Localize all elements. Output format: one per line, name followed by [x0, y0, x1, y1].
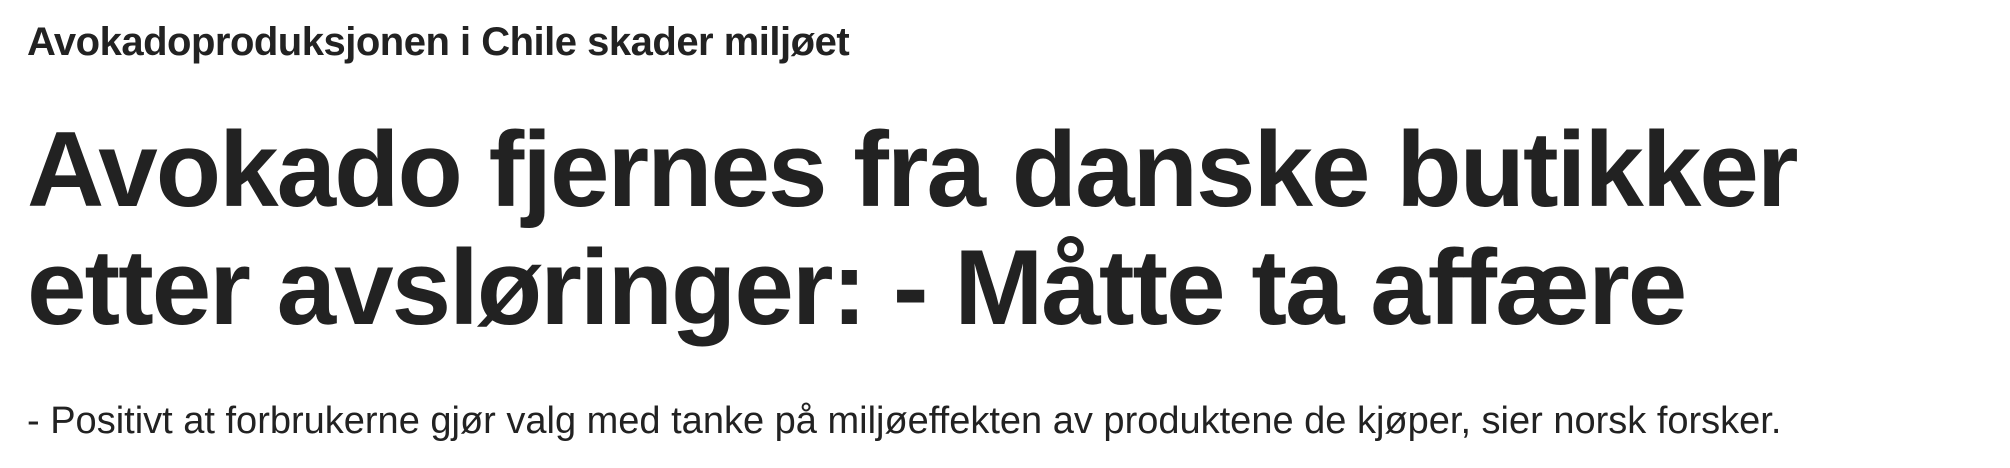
article-kicker: Avokadoproduksjonen i Chile skader miljø… — [27, 20, 850, 64]
article-lead: - Positivt at forbrukerne gjør valg med … — [27, 400, 1782, 442]
article-headline[interactable]: Avokado fjernes fra danske butikker ette… — [27, 110, 1997, 346]
